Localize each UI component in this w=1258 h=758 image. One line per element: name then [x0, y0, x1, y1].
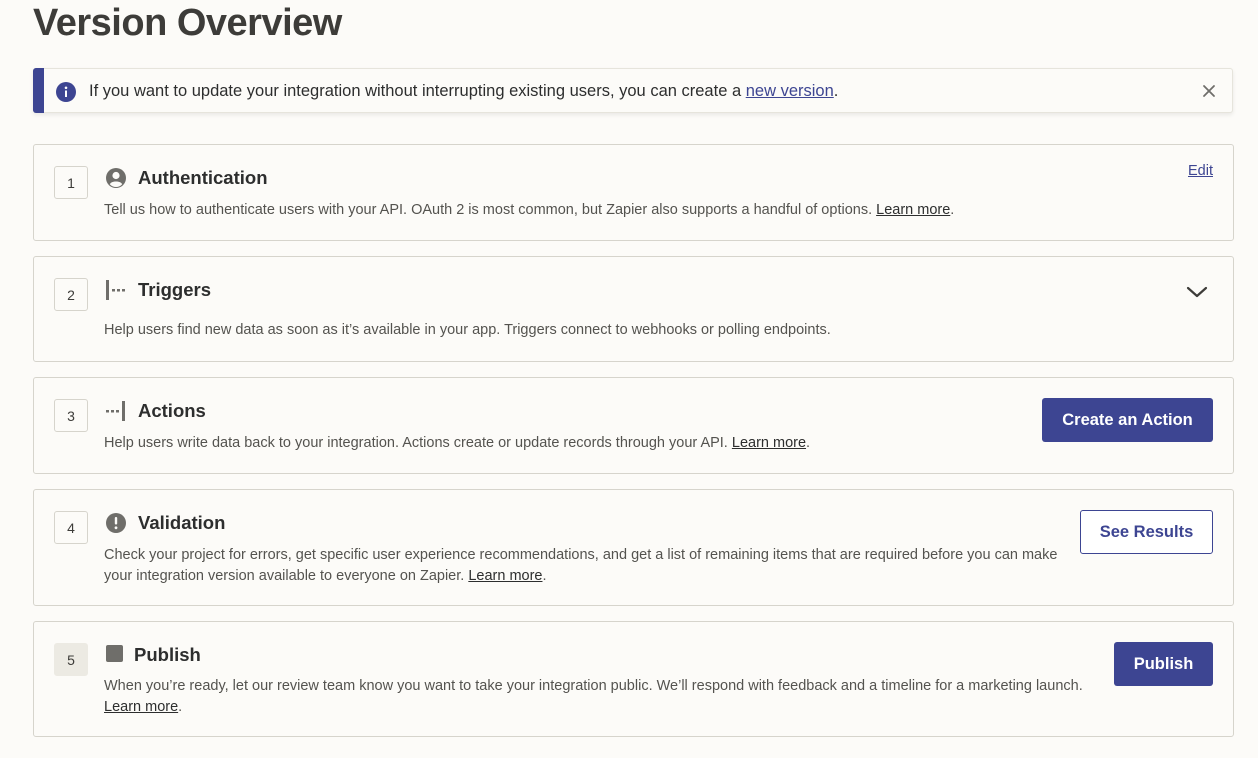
learn-more-link[interactable]: Learn more: [104, 699, 178, 715]
step-title: Publish: [134, 644, 201, 665]
alert-circle-icon: [106, 513, 126, 533]
step-description: When you’re ready, let our review team k…: [104, 678, 1083, 715]
step-description: Help users write data back to your integ…: [104, 435, 811, 451]
banner-accent-bar: [33, 68, 44, 113]
create-action-button[interactable]: Create an Action: [1042, 398, 1213, 442]
learn-more-link[interactable]: Learn more: [732, 435, 806, 451]
step-number: 3: [54, 399, 88, 432]
banner-text: If you want to update your integration w…: [89, 82, 839, 100]
see-results-button[interactable]: See Results: [1080, 510, 1213, 554]
action-icon: [106, 401, 125, 421]
step-description: Tell us how to authenticate users with y…: [104, 202, 955, 218]
trigger-icon: [106, 280, 125, 300]
step-number: 5: [54, 643, 88, 676]
square-icon: [106, 645, 123, 662]
step-card-validation: 4 Validation See Results Check your proj…: [33, 489, 1234, 606]
step-title: Actions: [138, 400, 206, 421]
learn-more-link[interactable]: Learn more: [468, 568, 542, 584]
step-description: Help users find new data as soon as it’s…: [104, 322, 831, 338]
step-card-triggers[interactable]: 2 Triggers Help users find new data as s…: [33, 256, 1234, 362]
user-circle-icon: [106, 168, 126, 188]
learn-more-link[interactable]: Learn more: [876, 202, 950, 218]
publish-button[interactable]: Publish: [1114, 642, 1213, 686]
info-banner: If you want to update your integration w…: [33, 68, 1233, 113]
step-card-publish: 5 Publish Publish When you’re ready, let…: [33, 621, 1234, 737]
chevron-down-icon[interactable]: [1186, 285, 1208, 299]
close-icon[interactable]: [1200, 82, 1218, 100]
new-version-link[interactable]: new version: [746, 82, 834, 100]
step-title: Triggers: [138, 279, 211, 300]
step-number: 1: [54, 166, 88, 199]
step-card-authentication: 1 Authentication Edit Tell us how to aut…: [33, 144, 1234, 241]
page-title: Version Overview: [33, 2, 342, 44]
edit-authentication-link[interactable]: Edit: [1188, 163, 1213, 179]
step-number: 2: [54, 278, 88, 311]
step-description: Check your project for errors, get speci…: [104, 547, 1058, 584]
info-icon: [56, 82, 76, 102]
step-card-actions: 3 Actions Create an Action Help users wr…: [33, 377, 1234, 474]
step-title: Validation: [138, 512, 226, 533]
step-title: Authentication: [138, 167, 268, 188]
step-number: 4: [54, 511, 88, 544]
